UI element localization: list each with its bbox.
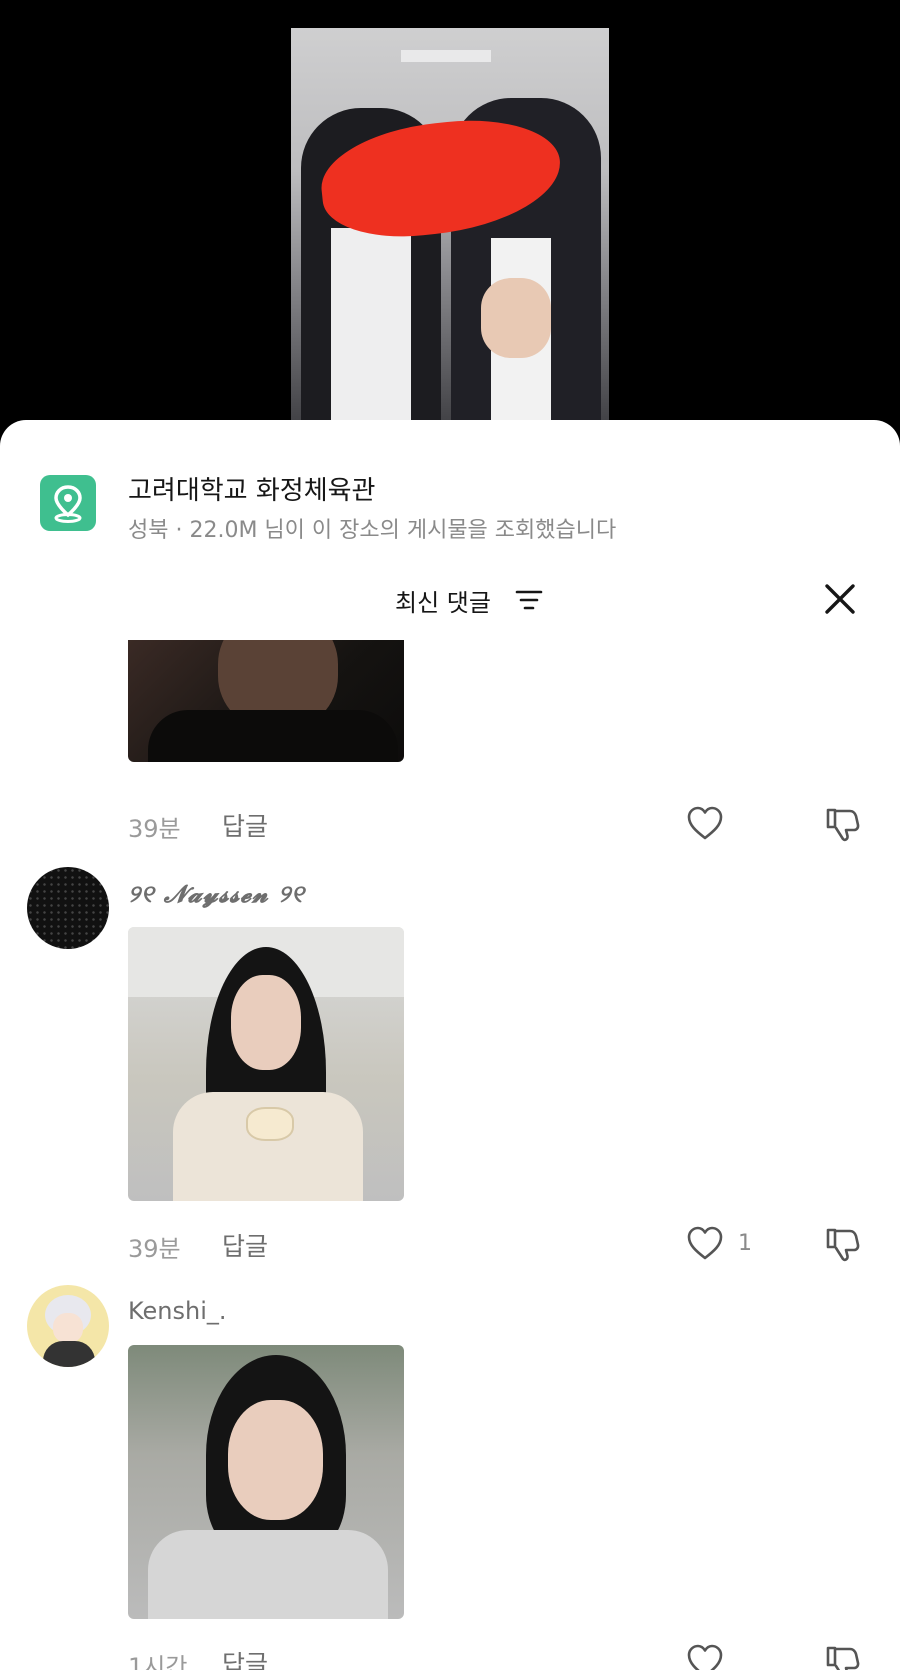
avatar-face: [53, 1313, 83, 1343]
place-title: 고려대학교 화정체육관: [128, 476, 376, 506]
comments-header: 최신 댓글: [0, 575, 900, 625]
gif-face: [228, 1400, 323, 1520]
comment-list[interactable]: 39분 답글 ୨୧ 𝓝𝓪𝔂𝓼𝓼𝓮𝓷 ୨୧ 39분 답글 1 Kenshi_. 1…: [0, 640, 900, 1670]
comments-sheet: 고려대학교 화정체육관 성북 · 22.0M 님이 이 장소의 게시물을 조회했…: [0, 420, 900, 1670]
video-preview[interactable]: [291, 28, 609, 438]
place-header[interactable]: 고려대학교 화정체육관 성북 · 22.0M 님이 이 장소의 게시물을 조회했…: [40, 455, 860, 543]
reply-button[interactable]: 답글: [222, 807, 268, 843]
location-pin-icon: [40, 475, 96, 531]
gif-face: [231, 975, 301, 1070]
comment-time: 1시간: [128, 1653, 188, 1670]
comment-gif[interactable]: [128, 927, 404, 1201]
comment-meta: 39분 답글 1: [0, 1225, 900, 1265]
shirt-left: [331, 228, 411, 438]
gif-body: [148, 710, 398, 762]
comment-username[interactable]: ୨୧ 𝓝𝓪𝔂𝓼𝓼𝓮𝓷 ୨୧: [128, 879, 305, 908]
heart-icon[interactable]: [686, 805, 724, 845]
close-icon[interactable]: [822, 581, 858, 621]
comment-time: 39분: [128, 1235, 181, 1263]
gif-ribbon: [246, 1107, 294, 1141]
gif-jacket: [148, 1530, 388, 1619]
avatar-body: [43, 1341, 95, 1367]
thumbs-down-icon[interactable]: [823, 1643, 861, 1670]
comment-gif[interactable]: [128, 1345, 404, 1619]
thumbs-down-icon[interactable]: [823, 1225, 861, 1267]
thumbs-down-icon[interactable]: [823, 805, 861, 847]
avatar[interactable]: [27, 1285, 109, 1367]
comment-meta: 1시간 답글: [0, 1643, 900, 1670]
like-count: 1: [738, 1231, 752, 1256]
sort-label[interactable]: 최신 댓글: [395, 583, 491, 618]
ceiling-light: [401, 50, 491, 62]
reply-button[interactable]: 답글: [222, 1227, 268, 1263]
heart-icon[interactable]: [686, 1225, 724, 1265]
comment-gif[interactable]: [128, 640, 404, 762]
comment-username[interactable]: Kenshi_.: [128, 1297, 227, 1325]
reply-button[interactable]: 답글: [222, 1645, 268, 1670]
place-subtitle: 성북 · 22.0M 님이 이 장소의 게시물을 조회했습니다: [128, 518, 617, 543]
avatar[interactable]: [27, 867, 109, 949]
thumbs-up-hand: [481, 278, 551, 358]
comment-time: 39분: [128, 815, 181, 843]
heart-icon[interactable]: [686, 1643, 724, 1670]
comment-meta: 39분 답글: [0, 805, 900, 845]
sort-lines-icon[interactable]: [515, 589, 543, 615]
